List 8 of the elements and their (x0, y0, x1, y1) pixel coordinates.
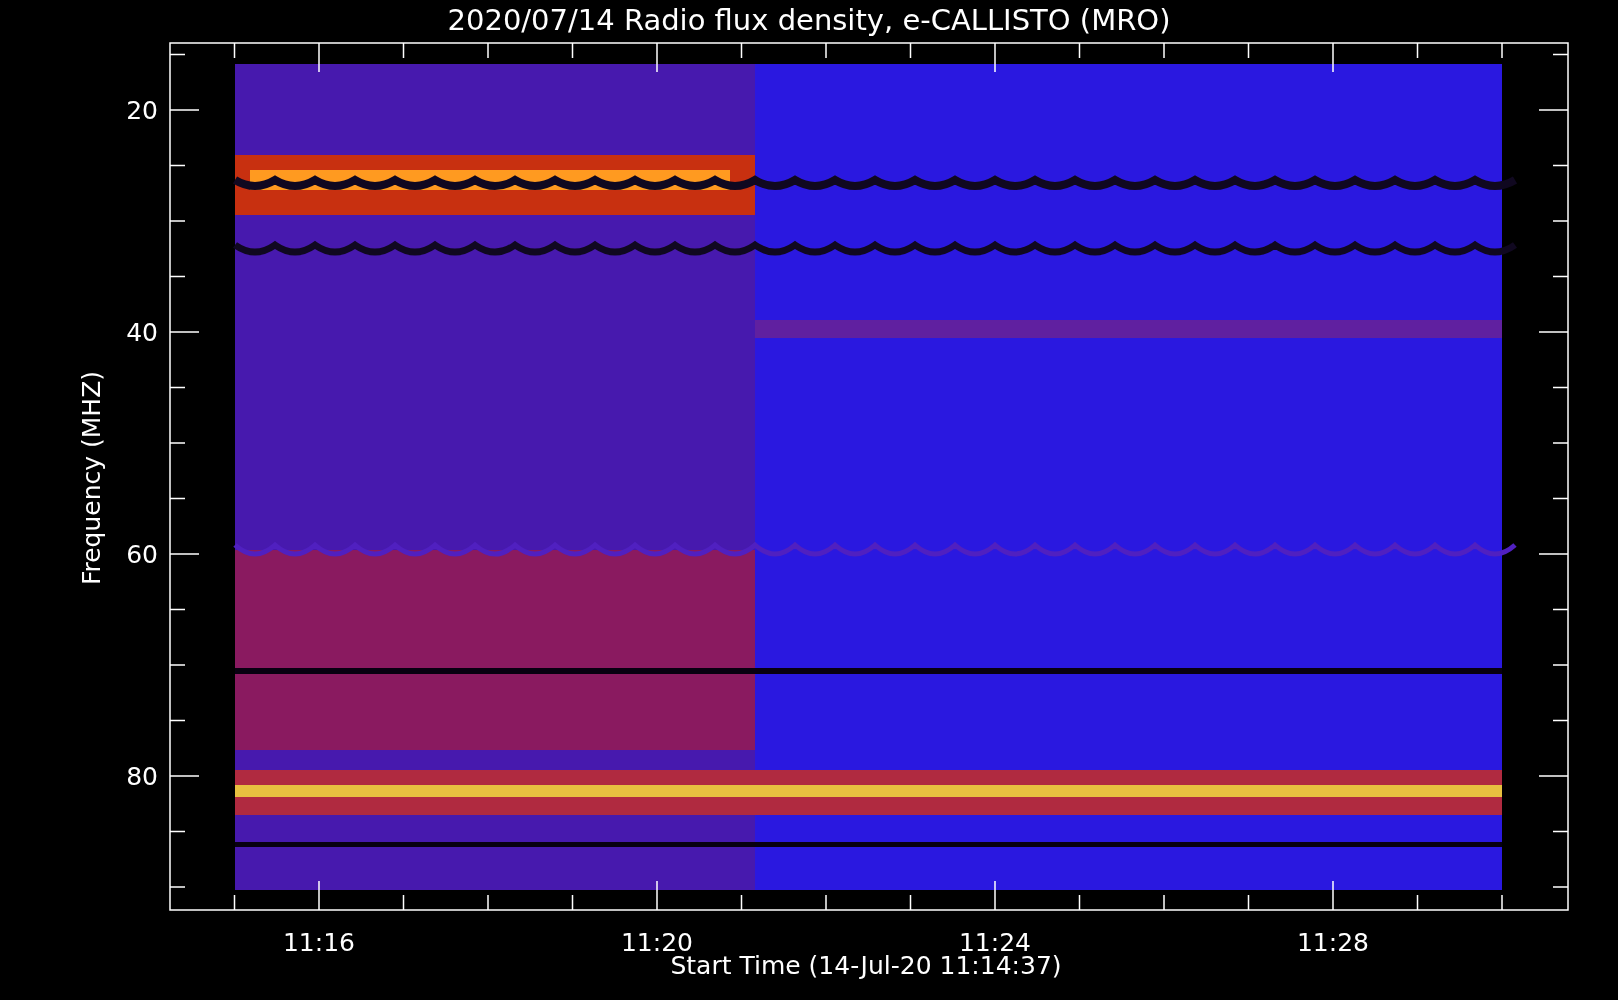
chart-title: 2020/07/14 Radio flux density, e-CALLISTO (MRO) (447, 3, 1171, 37)
y-tick-label: 20 (126, 96, 158, 125)
x-tick-label: 11:28 (1297, 928, 1369, 957)
y-tick-label: 60 (126, 540, 158, 569)
y-axis-label: Frequency (MHZ) (77, 370, 106, 586)
y-tick-label: 80 (126, 762, 158, 791)
x-tick-label: 11:16 (283, 928, 355, 957)
y-tick-label: 40 (126, 318, 158, 347)
